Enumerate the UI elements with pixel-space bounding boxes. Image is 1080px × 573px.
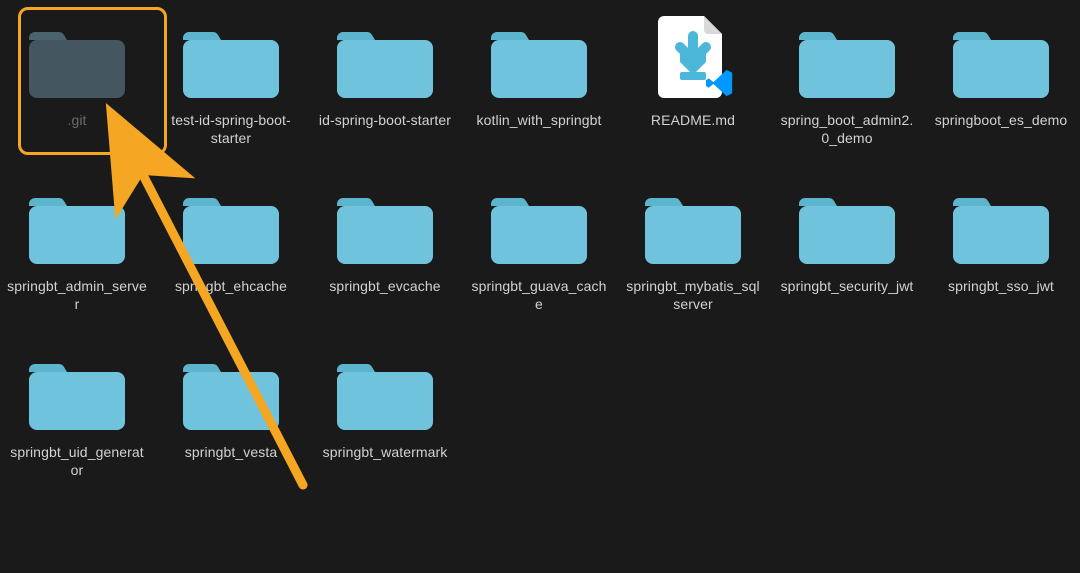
item-label: kotlin_with_springbt	[477, 112, 602, 130]
markdown-file-icon	[645, 22, 741, 98]
folder-icon	[953, 188, 1049, 264]
item-label: springbt_guava_cache	[469, 278, 609, 313]
folder-icon	[337, 354, 433, 430]
folder-icon	[953, 22, 1049, 98]
item-label: springbt_uid_generator	[7, 444, 147, 479]
folder-icon	[29, 188, 125, 264]
folder-icon	[29, 354, 125, 430]
folder-icon	[491, 188, 587, 264]
file-grid: .git test-id-spring-boot-starter id-spri…	[0, 0, 1080, 516]
folder-test-id-spring-boot-starter[interactable]: test-id-spring-boot-starter	[154, 18, 308, 184]
folder-icon	[337, 188, 433, 264]
folder-icon	[337, 22, 433, 98]
item-label: springbt_ehcache	[175, 278, 287, 296]
folder-springbt-evcache[interactable]: springbt_evcache	[308, 184, 462, 350]
folder-icon	[799, 22, 895, 98]
folder-springbt-uid-generator[interactable]: springbt_uid_generator	[0, 350, 154, 516]
item-label: springbt_admin_server	[7, 278, 147, 313]
folder-icon	[183, 354, 279, 430]
folder-springbt-sso-jwt[interactable]: springbt_sso_jwt	[924, 184, 1078, 350]
item-label: id-spring-boot-starter	[319, 112, 451, 130]
folder-icon	[183, 188, 279, 264]
folder-springbt-vesta[interactable]: springbt_vesta	[154, 350, 308, 516]
folder-springboot-es-demo[interactable]: springboot_es_demo	[924, 18, 1078, 184]
folder-springbt-security-jwt[interactable]: springbt_security_jwt	[770, 184, 924, 350]
item-label: springbt_vesta	[185, 444, 277, 462]
file-readme-md[interactable]: README.md	[616, 18, 770, 184]
item-label: springbt_watermark	[323, 444, 448, 462]
folder-springbt-mybatis-sqlserver[interactable]: springbt_mybatis_sqlserver	[616, 184, 770, 350]
folder-springbt-ehcache[interactable]: springbt_ehcache	[154, 184, 308, 350]
folder-icon	[29, 22, 125, 98]
folder-spring-boot-admin2-0-demo[interactable]: spring_boot_admin2.0_demo	[770, 18, 924, 184]
folder-git[interactable]: .git	[0, 18, 154, 184]
item-label: springbt_mybatis_sqlserver	[623, 278, 763, 313]
folder-icon	[491, 22, 587, 98]
folder-id-spring-boot-starter[interactable]: id-spring-boot-starter	[308, 18, 462, 184]
folder-springbt-admin-server[interactable]: springbt_admin_server	[0, 184, 154, 350]
item-label: springbt_security_jwt	[781, 278, 914, 296]
item-label: .git	[67, 112, 86, 130]
item-label: test-id-spring-boot-starter	[161, 112, 301, 147]
folder-icon	[183, 22, 279, 98]
folder-icon	[645, 188, 741, 264]
item-label: springboot_es_demo	[935, 112, 1068, 130]
item-label: springbt_evcache	[329, 278, 440, 296]
folder-icon	[799, 188, 895, 264]
folder-kotlin-with-springbt[interactable]: kotlin_with_springbt	[462, 18, 616, 184]
folder-springbt-watermark[interactable]: springbt_watermark	[308, 350, 462, 516]
item-label: README.md	[651, 112, 735, 130]
item-label: spring_boot_admin2.0_demo	[777, 112, 917, 147]
item-label: springbt_sso_jwt	[948, 278, 1054, 296]
vscode-badge-icon	[705, 68, 735, 98]
folder-springbt-guava-cache[interactable]: springbt_guava_cache	[462, 184, 616, 350]
